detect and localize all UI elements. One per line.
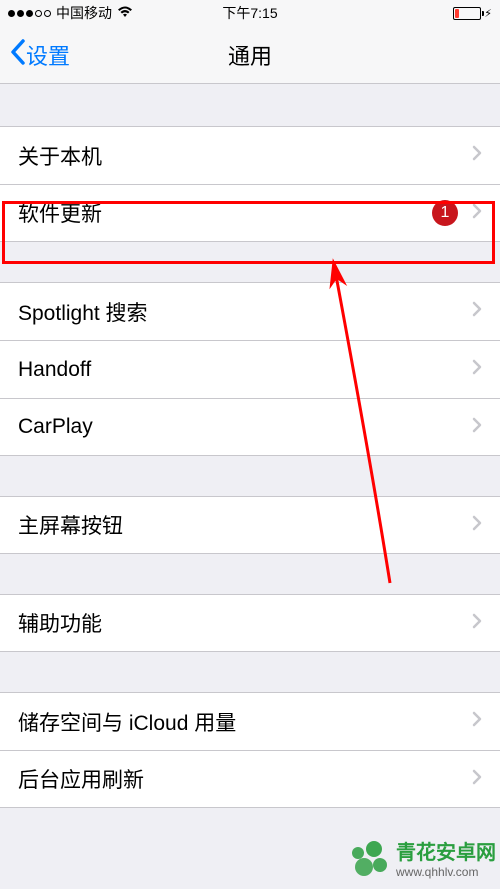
row-label: 储存空间与 iCloud 用量 [18, 707, 472, 737]
settings-section: 主屏幕按钮 [0, 496, 500, 554]
chevron-right-icon [472, 417, 482, 438]
charging-icon: ⚡︎ [484, 7, 492, 20]
row-label: Spotlight 搜索 [18, 297, 472, 327]
chevron-right-icon [472, 711, 482, 732]
chevron-right-icon [472, 145, 482, 166]
row-home-button[interactable]: 主屏幕按钮 [0, 496, 500, 554]
row-spotlight[interactable]: Spotlight 搜索 [0, 282, 500, 340]
nav-bar: 设置 通用 [0, 26, 500, 84]
watermark-logo-icon [348, 839, 390, 881]
settings-section: Spotlight 搜索 Handoff CarPlay [0, 282, 500, 456]
chevron-right-icon [472, 613, 482, 634]
back-button[interactable]: 设置 [10, 39, 70, 71]
row-label: 软件更新 [18, 198, 432, 228]
watermark: 青花安卓网 www.qhhlv.com [348, 839, 496, 881]
settings-section: 关于本机 软件更新 1 [0, 126, 500, 242]
notification-badge: 1 [432, 200, 458, 226]
chevron-right-icon [472, 769, 482, 790]
chevron-right-icon [472, 359, 482, 380]
row-label: 辅助功能 [18, 608, 472, 638]
wifi-icon [117, 5, 133, 21]
row-label: CarPlay [18, 415, 472, 439]
row-label: 后台应用刷新 [18, 764, 472, 794]
chevron-right-icon [472, 203, 482, 224]
row-carplay[interactable]: CarPlay [0, 398, 500, 456]
row-about[interactable]: 关于本机 [0, 126, 500, 184]
row-label: 关于本机 [18, 141, 472, 171]
chevron-right-icon [472, 301, 482, 322]
row-label: 主屏幕按钮 [18, 510, 472, 540]
row-accessibility[interactable]: 辅助功能 [0, 594, 500, 652]
status-bar: 中国移动 下午7:15 ⚡︎ [0, 0, 500, 26]
row-handoff[interactable]: Handoff [0, 340, 500, 398]
settings-section: 储存空间与 iCloud 用量 后台应用刷新 [0, 692, 500, 808]
row-label: Handoff [18, 358, 472, 382]
status-time: 下午7:15 [222, 3, 277, 23]
chevron-left-icon [10, 39, 26, 71]
watermark-url: www.qhhlv.com [396, 865, 496, 879]
row-software-update[interactable]: 软件更新 1 [0, 184, 500, 242]
page-title: 通用 [228, 39, 272, 71]
settings-section: 辅助功能 [0, 594, 500, 652]
back-label: 设置 [26, 39, 70, 71]
status-left: 中国移动 [8, 3, 133, 23]
carrier-label: 中国移动 [56, 3, 112, 23]
chevron-right-icon [472, 515, 482, 536]
signal-strength-icon [8, 10, 51, 17]
watermark-text: 青花安卓网 www.qhhlv.com [396, 841, 496, 879]
watermark-title: 青花安卓网 [396, 841, 496, 865]
status-right: ⚡︎ [453, 7, 492, 20]
battery-icon [453, 7, 481, 20]
row-storage-icloud[interactable]: 储存空间与 iCloud 用量 [0, 692, 500, 750]
row-background-refresh[interactable]: 后台应用刷新 [0, 750, 500, 808]
